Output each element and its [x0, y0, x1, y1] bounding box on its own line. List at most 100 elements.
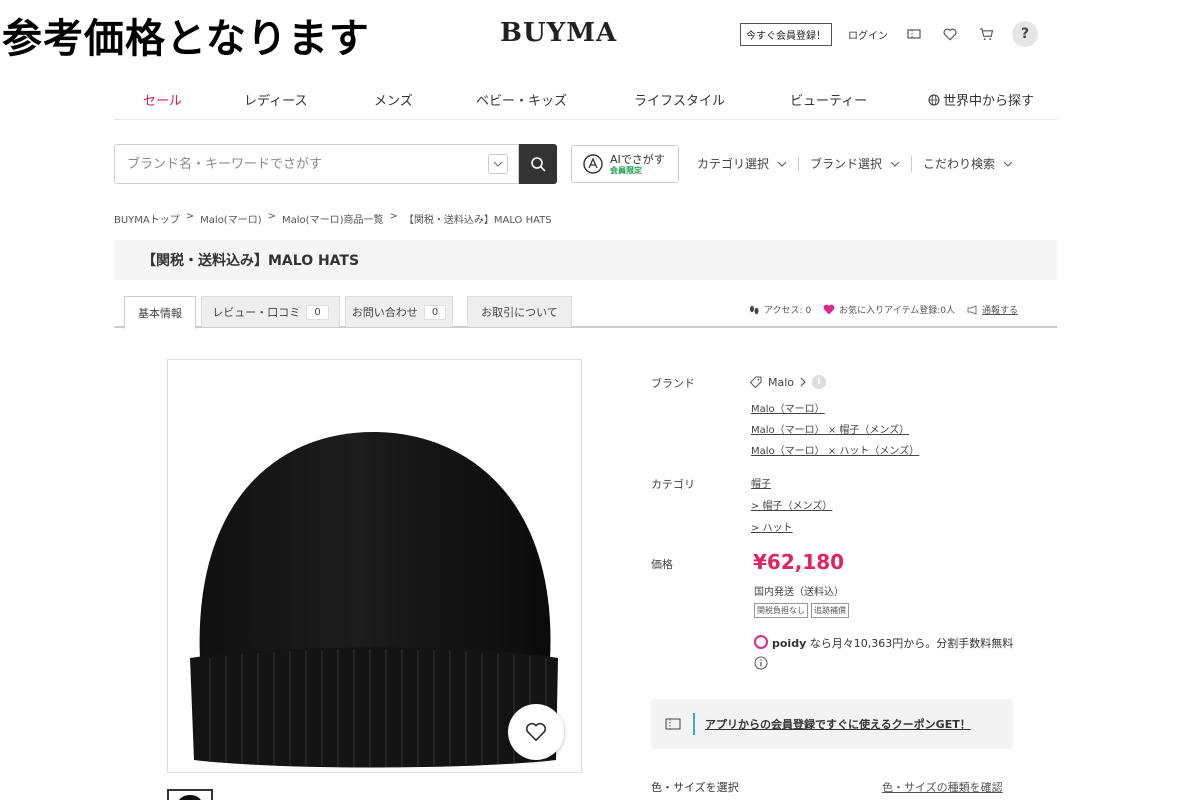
breadcrumb-current: 【関税・送料込み】MALO HATS — [403, 215, 552, 226]
brand-link[interactable]: Malo（マーロ） — [751, 400, 825, 415]
tab-transaction-label: お取引について — [481, 306, 558, 319]
tab-basic-info[interactable]: 基本情報 — [124, 296, 196, 329]
tab-transaction[interactable]: お取引について — [467, 296, 572, 327]
coupon-divider — [693, 713, 695, 735]
brand-hat-link[interactable]: Malo（マーロ） × ハット（メンズ） — [751, 442, 919, 457]
register-button[interactable]: 今すぐ会員登録！ — [740, 22, 832, 46]
access-count: アクセス: 0 — [764, 306, 812, 316]
breadcrumb: BUYMAトップ > Malo(マーロ) > Malo(マーロ)商品一覧 > 【… — [114, 211, 552, 226]
filter-category-label: カテゴリ選択 — [697, 157, 770, 171]
badge-tracking: 追跡補償 — [811, 603, 849, 618]
filter-brand[interactable]: ブランド選択 — [810, 155, 900, 172]
info-icon[interactable]: i — [812, 375, 827, 389]
product-thumbnail[interactable] — [167, 789, 213, 800]
brand-label: ブランド — [651, 377, 695, 390]
filter-divider — [911, 155, 913, 172]
filter-category[interactable]: カテゴリ選択 — [697, 155, 787, 172]
item-title-bar: 【関税・送料込み】MALO HATS — [114, 240, 1057, 280]
breadcrumb-separator: > — [389, 211, 398, 222]
nav-item-lifestyle[interactable]: ライフスタイル — [634, 90, 725, 109]
coupon-text: アプリからの会員登録ですぐに使えるクーポンGET！ — [705, 718, 971, 731]
poidy-logo: poidy — [772, 637, 807, 650]
breadcrumb-home[interactable]: BUYMAトップ — [114, 211, 180, 226]
tab-inquiries-label: お問い合わせ — [351, 306, 418, 319]
heart-icon[interactable] — [940, 24, 960, 44]
brand-row: Malo i — [750, 375, 827, 389]
heart-outline-icon — [525, 722, 547, 742]
beanie-thumbnail-image — [179, 795, 201, 800]
favorites-stat: お気に入りアイテム登録:0人 — [823, 303, 955, 316]
brand-hat-mens-link[interactable]: Malo（マーロ） × 帽子（メンズ） — [751, 421, 909, 436]
search-filters: カテゴリ選択 ブランド選択 こだわり検索 — [697, 155, 1013, 172]
filter-divider — [798, 155, 800, 172]
filter-advanced[interactable]: こだわり検索 — [923, 155, 1013, 172]
access-stat: アクセス: 0 — [748, 303, 811, 316]
coupon-icon — [665, 718, 681, 730]
header-actions: 今すぐ会員登録！ ログイン ? — [740, 20, 1038, 48]
filter-brand-label: ブランド選択 — [810, 157, 883, 171]
poidy-text: なら月々10,363円から。分割手数料無料 — [809, 637, 1014, 650]
search-box — [114, 144, 519, 184]
report-link[interactable]: 通報する — [967, 303, 1018, 316]
shipping-info: 国内発送（送料込） — [754, 587, 844, 598]
nav-item-worldwide-label: 世界中から探す — [943, 94, 1035, 109]
globe-icon — [928, 94, 940, 105]
chevron-right-icon — [800, 377, 806, 387]
chevron-down-icon — [890, 161, 900, 167]
tag-icon — [750, 376, 762, 388]
poidy-icon — [754, 635, 768, 649]
search-button[interactable] — [519, 144, 557, 184]
nav-item-beauty[interactable]: ビューティー — [790, 90, 867, 109]
ai-search-icon — [583, 154, 603, 174]
breadcrumb-separator: > — [267, 211, 277, 222]
search-icon — [531, 157, 546, 172]
select-variant-label: 色・サイズを選択 — [651, 781, 739, 794]
badge-no-duty: 関税負担なし — [754, 603, 808, 618]
login-link[interactable]: ログイン — [848, 27, 888, 42]
price-badges: 関税負担なし 追跡補償 — [754, 603, 849, 618]
tab-inquiries-count: 0 — [423, 304, 447, 320]
category-link-hat[interactable]: 帽子 — [751, 475, 771, 490]
page-title: 【関税・送料込み】MALO HATS — [142, 253, 360, 269]
tab-basic-info-label: 基本情報 — [138, 307, 182, 320]
category-label: カテゴリ — [651, 478, 695, 491]
tab-reviews[interactable]: レビュー・口コミ 0 — [201, 296, 340, 327]
nav-item-ladies[interactable]: レディース — [244, 90, 307, 109]
check-variants-link[interactable]: 色・サイズの種類を確認 — [882, 779, 1003, 795]
nav-item-mens[interactable]: メンズ — [374, 90, 413, 109]
nav-item-sale[interactable]: セール — [143, 90, 182, 109]
ai-search-label: AIでさがす — [610, 152, 665, 166]
ai-search-sublabel: 会員限定 — [610, 165, 642, 175]
category-link-hatto[interactable]: > ハット — [751, 519, 793, 534]
overlay-caption: 参考価格となります — [2, 16, 370, 62]
help-icon[interactable]: ? — [1012, 21, 1038, 47]
coupon-banner[interactable]: アプリからの会員登録ですぐに使えるクーポンGET！ — [651, 699, 1013, 749]
breadcrumb-brand[interactable]: Malo(マーロ) — [200, 211, 261, 226]
report-label: 通報する — [982, 306, 1019, 316]
ticket-icon[interactable] — [904, 24, 924, 44]
footprint-icon — [750, 305, 759, 314]
search-dropdown-icon[interactable] — [488, 154, 508, 174]
main-nav: セール レディース メンズ ベビー・キッズ ライフスタイル ビューティー 世界中… — [114, 84, 1057, 120]
info-circle-icon[interactable] — [754, 656, 768, 670]
ai-search-button[interactable]: AIでさがす 会員限定 — [571, 145, 679, 183]
breadcrumb-brand-list[interactable]: Malo(マーロ)商品一覧 — [282, 211, 383, 226]
tab-reviews-label: レビュー・口コミ — [212, 306, 301, 319]
buyma-logo[interactable]: BUYMA — [500, 18, 617, 48]
search-input[interactable] — [115, 145, 475, 183]
nav-item-worldwide[interactable]: 世界中から探す — [928, 90, 1034, 109]
filter-advanced-label: こだわり検索 — [923, 157, 996, 171]
brand-name[interactable]: Malo — [768, 376, 794, 389]
nav-item-baby-kids[interactable]: ベビー・キッズ — [476, 90, 567, 109]
item-price: ¥62,180 — [753, 550, 845, 574]
megaphone-icon — [967, 304, 977, 315]
item-stats: アクセス: 0 お気に入りアイテム登録:0人 通報する — [748, 303, 1018, 316]
heart-icon — [823, 304, 835, 315]
category-link-mens-hat[interactable]: > 帽子（メンズ） — [751, 497, 832, 512]
breadcrumb-separator: > — [185, 211, 195, 222]
price-label: 価格 — [651, 558, 673, 571]
tab-inquiries[interactable]: お問い合わせ 0 — [345, 296, 453, 327]
favorite-button[interactable] — [508, 704, 564, 760]
cart-icon[interactable] — [976, 24, 996, 44]
favorites-count: お気に入りアイテム登録:0人 — [839, 306, 956, 316]
